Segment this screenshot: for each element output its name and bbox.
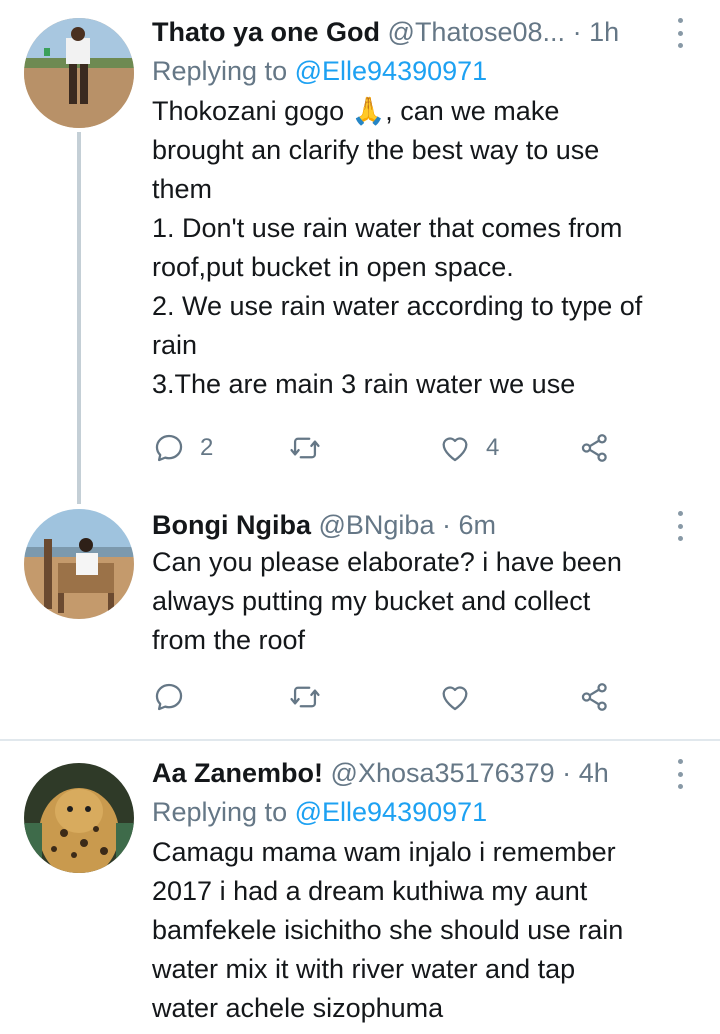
more-options-icon[interactable] (676, 759, 684, 789)
avatar[interactable] (24, 18, 134, 128)
tweet-2[interactable]: Bongi Ngiba @BNgiba · 6m Can you please … (0, 505, 720, 739)
retweet-button[interactable] (288, 428, 336, 468)
avatar[interactable] (24, 509, 134, 619)
reply-button[interactable] (152, 677, 200, 717)
more-options-icon[interactable] (676, 511, 684, 541)
tweet-header: Thato ya one God @Thatose08... · 1h (152, 16, 706, 48)
tweet-line: from the roof (152, 625, 306, 655)
display-name[interactable]: Aa Zanembo! (152, 758, 323, 788)
user-handle[interactable]: @BNgiba (319, 510, 435, 540)
tweet-header: Bongi Ngiba @BNgiba · 6m (152, 509, 706, 541)
mention-link[interactable]: @Elle94390971 (295, 797, 488, 827)
tweet-line: 1. Don't use rain water that comes from (152, 213, 623, 243)
mention-link[interactable]: @Elle94390971 (295, 56, 488, 86)
tweet-text: Can you please elaborate? i have been al… (152, 543, 706, 660)
timestamp[interactable]: 4h (579, 758, 609, 788)
share-button[interactable] (578, 428, 612, 468)
user-handle[interactable]: @Xhosa35176379 (331, 758, 555, 788)
tweet-line: brought an clarify the best way to use (152, 135, 600, 165)
avatar-image (24, 763, 134, 873)
like-icon (442, 437, 468, 462)
tweet-line: always putting my bucket and collect (152, 586, 591, 616)
reply-count: 2 (200, 434, 214, 461)
like-button[interactable] (438, 677, 486, 717)
tweet-line: them (152, 174, 213, 204)
tweet-text: Thokozani gogo 🙏, can we make brought an… (152, 92, 706, 404)
tweet-line: roof,put bucket in open space. (152, 252, 514, 282)
replying-to: Replying to @Elle94390971 (152, 795, 706, 829)
tweet-line: 3.The are main 3 rain water we use (152, 369, 576, 399)
avatar-image (24, 18, 134, 128)
replying-to-label: Replying to (152, 56, 288, 86)
tweet-header: Aa Zanembo! @Xhosa35176379 · 4h (152, 757, 706, 789)
tweet-line: Thokozani gogo 🙏, can we make (152, 96, 560, 126)
retweet-icon (290, 686, 320, 708)
more-options-icon[interactable] (676, 18, 684, 48)
tweet-1[interactable]: Thato ya one God @Thatose08... · 1h Repl… (0, 0, 720, 505)
replying-to: Replying to @Elle94390971 (152, 54, 706, 88)
like-button[interactable]: 4 (438, 428, 499, 468)
tweet-line: 2. We use rain water according to type o… (152, 291, 643, 321)
thread-line (77, 132, 81, 504)
replying-to-label: Replying to (152, 797, 288, 827)
retweet-button[interactable] (288, 677, 336, 717)
timestamp[interactable]: 6m (459, 510, 497, 540)
tweet-line: water mix it with river water and tap (152, 954, 576, 984)
tweet-line: rain (152, 330, 198, 360)
separator-dot: · (441, 510, 451, 540)
tweet-line: water achele sizophuma (152, 993, 444, 1023)
share-icon (581, 683, 607, 711)
reply-button[interactable]: 2 (152, 428, 213, 468)
reply-icon (155, 434, 183, 462)
tweet-line: 2017 i had a dream kuthiwa my aunt (152, 876, 588, 906)
display-name[interactable]: Bongi Ngiba (152, 510, 311, 540)
tweet-actions: 2 4 (152, 428, 622, 468)
share-button[interactable] (578, 677, 612, 717)
tweet-line: Can you please elaborate? i have been (152, 547, 622, 577)
tweet-3[interactable]: Aa Zanembo! @Xhosa35176379 · 4h Replying… (0, 741, 720, 1034)
avatar[interactable] (24, 763, 134, 873)
tweet-actions (152, 677, 622, 717)
tweet-line: bamfekele isichitho she should use rain (152, 915, 624, 945)
separator-dot: · (562, 758, 572, 788)
user-handle[interactable]: @Thatose08... (388, 17, 566, 47)
like-count: 4 (486, 434, 500, 461)
timestamp[interactable]: 1h (589, 17, 619, 47)
separator-dot: · (572, 17, 582, 47)
share-icon (581, 434, 607, 462)
tweet-line: Camagu mama wam injalo i remember (152, 837, 616, 867)
avatar-image (24, 509, 134, 619)
like-icon (442, 686, 468, 711)
reply-icon (155, 683, 183, 711)
retweet-icon (290, 437, 320, 459)
tweet-text: Camagu mama wam injalo i remember 2017 i… (152, 833, 706, 1028)
display-name[interactable]: Thato ya one God (152, 17, 380, 47)
